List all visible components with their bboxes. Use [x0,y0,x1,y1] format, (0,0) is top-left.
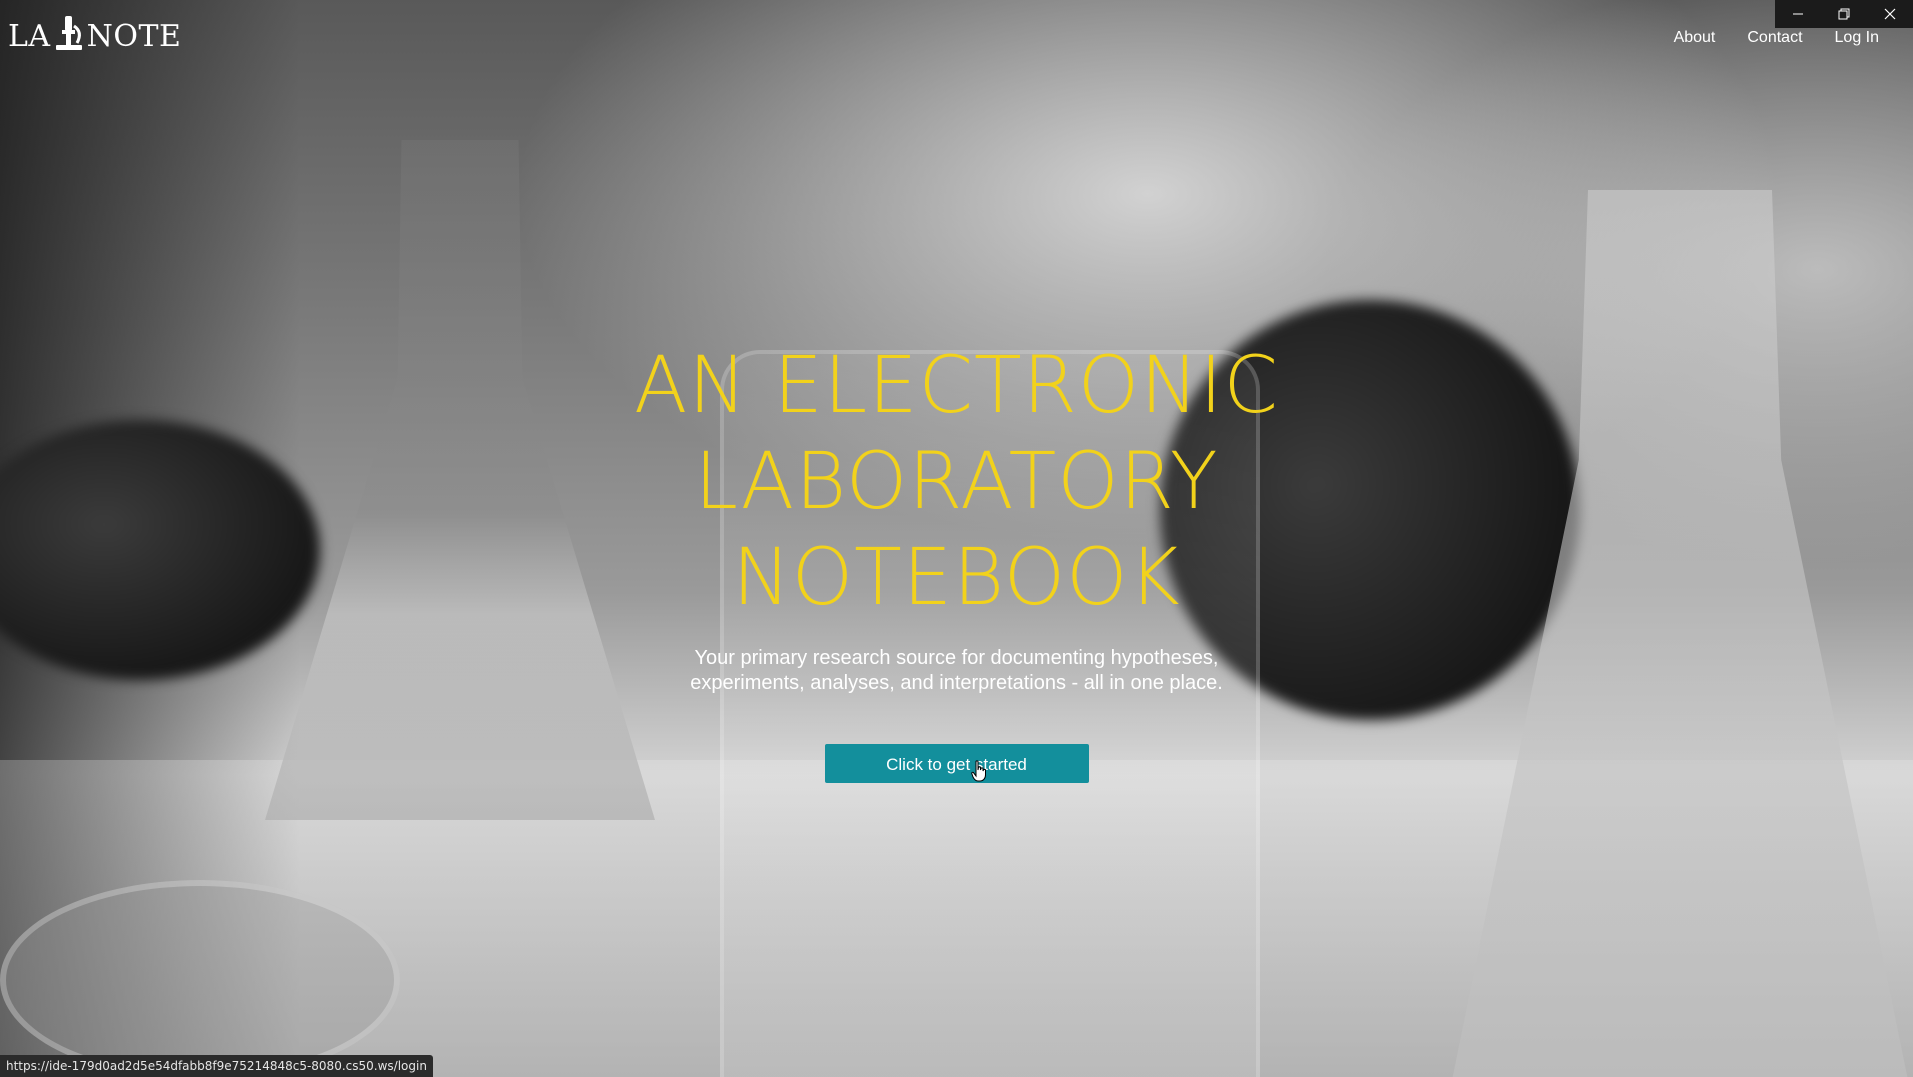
browser-status-bar: https://ide-179d0ad2d5e54dfabb8f9e752148… [0,1055,433,1077]
background-dish [0,880,400,1077]
site-logo[interactable]: LA NOTE [8,14,181,54]
hero-section: AN ELECTRONIC LABORATORY NOTEBOOK Your p… [0,338,1913,783]
hero-title-line: AN ELECTRONIC [633,341,1280,431]
hero-title-line: NOTEBOOK [732,533,1181,623]
close-icon[interactable] [1867,0,1913,28]
get-started-button[interactable]: Click to get started [824,744,1089,783]
nav-link-about[interactable]: About [1674,29,1716,47]
minimize-icon[interactable] [1775,0,1821,28]
hero-subtitle-line: experiments, analyses, and interpretatio… [690,672,1223,694]
top-nav: About Contact Log In [1674,29,1879,47]
restore-icon[interactable] [1821,0,1867,28]
hero-subtitle-line: Your primary research source for documen… [694,647,1219,669]
get-started-label: Click to get started [886,755,1027,774]
hand-cursor-icon [970,760,986,782]
hero-title-line: LABORATORY [694,437,1219,527]
nav-link-contact[interactable]: Contact [1747,29,1802,47]
hero-subtitle: Your primary research source for documen… [677,646,1237,696]
microscope-icon [52,14,86,52]
logo-text-right: NOTE [86,19,182,54]
logo-text-left: LA [8,19,51,54]
hero-title: AN ELECTRONIC LABORATORY NOTEBOOK [607,338,1307,626]
nav-link-login[interactable]: Log In [1835,29,1879,47]
window-controls [1775,0,1913,28]
